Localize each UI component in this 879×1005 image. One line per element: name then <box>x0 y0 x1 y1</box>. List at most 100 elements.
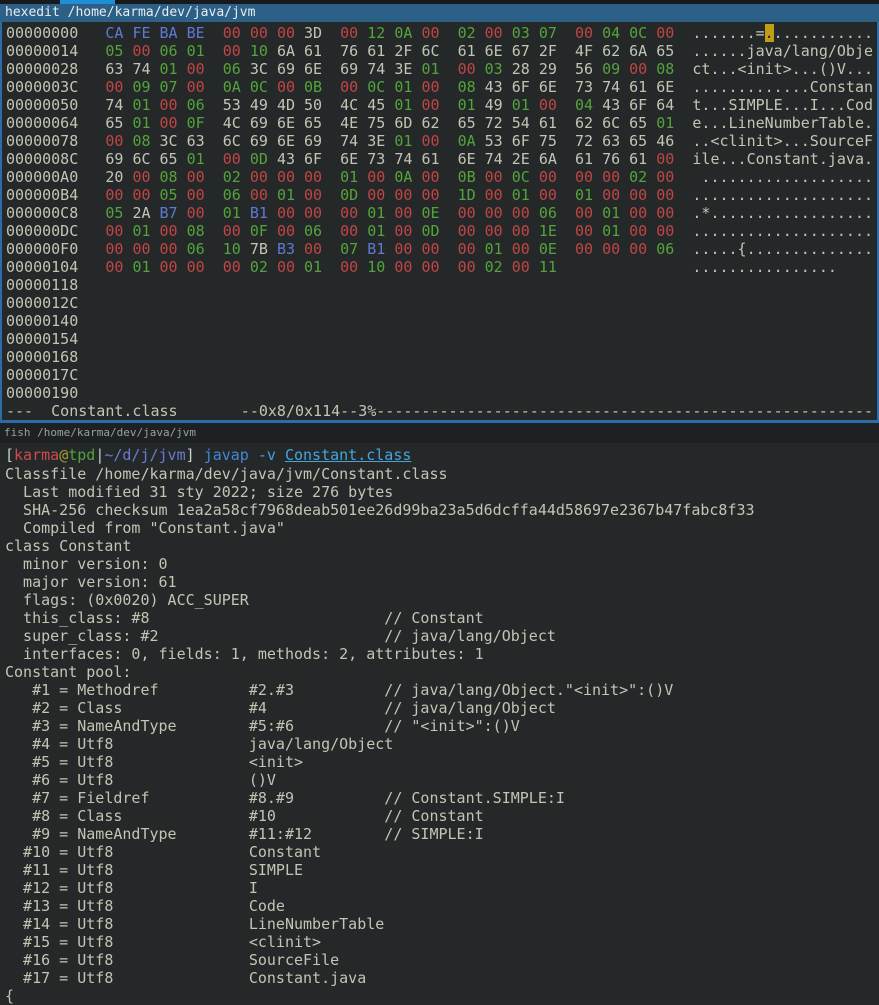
hex-byte: 00 <box>160 96 178 114</box>
hex-byte: 00 <box>512 258 530 276</box>
ascii-char: S <box>810 132 819 150</box>
ascii-char: i <box>747 60 756 78</box>
ascii-char: . <box>846 60 855 78</box>
active-tab-indicator[interactable] <box>60 0 115 4</box>
ascii-char: . <box>819 222 828 240</box>
hex-byte: 06 <box>187 240 205 258</box>
ascii-char: . <box>864 168 873 186</box>
ascii-char: . <box>801 222 810 240</box>
ascii-char: t <box>810 150 819 168</box>
output-line: super_class: #2 // java/lang/Object <box>5 627 879 645</box>
prompt-close-bracket: ] <box>186 446 195 464</box>
shell-pane[interactable]: [karma@tpd|~/d/j/jvm] javap -v Constant.… <box>0 443 879 1005</box>
hex-byte: 01 <box>367 204 385 222</box>
hex-byte: 00 <box>132 240 150 258</box>
ascii-char: o <box>855 96 864 114</box>
terminal-tab-bar <box>0 0 879 4</box>
hex-byte: 0A <box>394 24 412 42</box>
ascii-cursor[interactable]: . <box>765 24 774 42</box>
ascii-char: r <box>837 132 846 150</box>
hex-byte: 50 <box>304 96 322 114</box>
ascii-char: . <box>765 204 774 222</box>
hex-row: 000000A0 20 00 08 00 02 00 00 00 01 00 0… <box>6 168 877 186</box>
hex-byte: 28 <box>512 60 530 78</box>
hex-byte: 3C <box>250 60 268 78</box>
ascii-char: o <box>756 150 765 168</box>
hex-byte: 01 <box>132 258 150 276</box>
ascii-char: v <box>765 42 774 60</box>
hex-row-empty: 0000017C <box>6 366 877 384</box>
ascii-char: . <box>819 258 828 276</box>
hex-byte: 06 <box>223 60 241 78</box>
ascii-char: . <box>738 150 747 168</box>
hex-byte: 00 <box>656 24 674 42</box>
hex-byte: 01 <box>512 186 530 204</box>
hex-byte: 00 <box>575 222 593 240</box>
ascii-char: b <box>846 42 855 60</box>
hex-offset: 00000064 <box>6 114 78 132</box>
hex-byte: 69 <box>250 132 268 150</box>
hex-byte: 00 <box>421 24 439 42</box>
ascii-char: . <box>783 186 792 204</box>
ascii-char: i <box>765 60 774 78</box>
ascii-char: . <box>801 168 810 186</box>
ascii-char: t <box>765 132 774 150</box>
ascii-char: i <box>738 114 747 132</box>
hex-byte: 00 <box>458 204 476 222</box>
hex-byte: 69 <box>250 114 268 132</box>
hex-byte: 4C <box>223 114 241 132</box>
hex-byte: 65 <box>458 114 476 132</box>
hex-byte: 04 <box>602 24 620 42</box>
ascii-char: . <box>810 60 819 78</box>
hex-byte: 53 <box>223 96 241 114</box>
hex-byte: 0B <box>304 78 322 96</box>
hex-byte: 00 <box>485 222 503 240</box>
hex-rows[interactable]: 00000000 CA FE BA BE 00 00 00 3D 00 12 0… <box>6 24 877 402</box>
hex-byte: 00 <box>187 204 205 222</box>
hex-byte: 00 <box>602 186 620 204</box>
ascii-char: . <box>801 132 810 150</box>
ascii-char: . <box>819 168 828 186</box>
hex-byte: 6E <box>340 150 358 168</box>
hex-byte: 6E <box>304 60 322 78</box>
shell-prompt-line[interactable]: [karma@tpd|~/d/j/jvm] javap -v Constant.… <box>5 445 879 465</box>
ascii-char: a <box>792 150 801 168</box>
ascii-char: e <box>855 132 864 150</box>
ascii-char: . <box>792 258 801 276</box>
ascii-char: l <box>792 42 801 60</box>
hex-offset: 00000014 <box>6 42 78 60</box>
hex-row: 00000050 74 01 00 06 53 49 4D 50 4C 45 0… <box>6 96 877 114</box>
ascii-char: . <box>837 186 846 204</box>
ascii-char: / <box>783 42 792 60</box>
output-line: #7 = Fieldref #8.#9 // Constant.SIMPLE:I <box>5 789 879 807</box>
ascii-char: . <box>837 168 846 186</box>
ascii-char: n <box>756 60 765 78</box>
hex-byte: 6A <box>539 150 557 168</box>
ascii-char: . <box>719 114 728 132</box>
hexedit-pane[interactable]: 00000000 CA FE BA BE 00 00 00 3D 00 12 0… <box>0 22 879 420</box>
prompt-username: karma <box>14 446 59 464</box>
hex-byte: 06 <box>539 204 557 222</box>
hex-byte: 00 <box>421 78 439 96</box>
hex-byte: 74 <box>105 96 123 114</box>
hex-byte: 00 <box>105 132 123 150</box>
ascii-char: < <box>738 60 747 78</box>
hex-offset: 000000A0 <box>6 168 78 186</box>
hex-byte: 02 <box>458 24 476 42</box>
ascii-char: . <box>828 240 837 258</box>
ascii-char: u <box>774 114 783 132</box>
ascii-char: . <box>792 132 801 150</box>
hex-byte: 6E <box>539 78 557 96</box>
ascii-char: . <box>729 240 738 258</box>
ascii-char: F <box>864 132 873 150</box>
hex-byte: 61 <box>539 114 557 132</box>
hex-byte: 6F <box>512 132 530 150</box>
hex-byte: 00 <box>629 240 647 258</box>
hex-byte: 65 <box>105 114 123 132</box>
hex-byte: 02 <box>250 258 268 276</box>
ascii-char: . <box>810 258 819 276</box>
output-line: #4 = Utf8 java/lang/Object <box>5 735 879 753</box>
hex-byte: 00 <box>485 186 503 204</box>
hex-byte: 61 <box>629 150 647 168</box>
hex-row-empty: 00000168 <box>6 348 877 366</box>
